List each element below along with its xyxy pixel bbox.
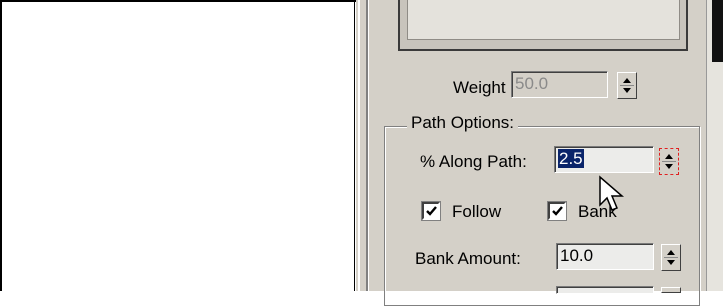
along-path-field[interactable]: 2.5 [554, 146, 654, 173]
follow-checkbox[interactable] [421, 201, 441, 221]
checkmark-icon [426, 206, 437, 216]
mouse-pointer-icon [599, 175, 625, 211]
weight-field: 50.0 [511, 71, 608, 98]
next-field[interactable] [556, 286, 654, 294]
panel-ridge-light [358, 0, 360, 291]
bank-checkbox[interactable] [547, 201, 567, 221]
target-list[interactable] [398, 0, 688, 51]
weight-spinner-icon [617, 72, 637, 99]
path-options-title: Path Options: [407, 113, 519, 133]
along-path-value: 2.5 [558, 149, 584, 168]
bank-amount-field[interactable]: 10.0 [556, 243, 654, 270]
follow-label: Follow [452, 202, 502, 221]
bank-amount-label: Bank Amount: [415, 249, 521, 268]
panel-ridge-highlight [368, 0, 369, 291]
along-path-spinner-icon[interactable] [659, 148, 679, 175]
checkmark-icon [552, 206, 563, 216]
target-list-body [407, 0, 680, 40]
next-spinner-icon[interactable] [661, 287, 681, 293]
weight-label: Weight [453, 78, 506, 97]
scrollbar-thumb[interactable] [712, 0, 723, 62]
along-path-label: % Along Path: [420, 152, 527, 171]
bank-amount-spinner-icon[interactable] [661, 244, 681, 271]
viewport-divider [354, 0, 355, 291]
